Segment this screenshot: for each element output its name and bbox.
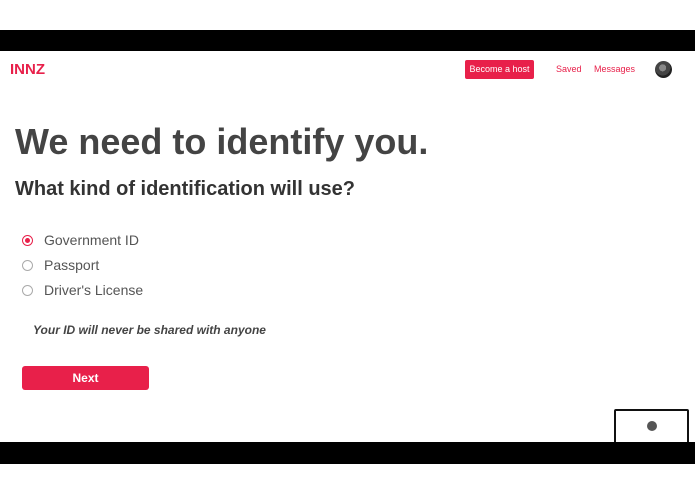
page-subtitle: What kind of identification will use? — [15, 178, 355, 200]
radio-button[interactable] — [22, 260, 33, 271]
letterbox-top — [0, 30, 695, 51]
page-title: We need to identify you. — [15, 121, 429, 162]
nav-saved-link[interactable]: Saved — [556, 64, 582, 74]
thumbnail-avatar — [647, 421, 657, 431]
privacy-notice: Your ID will never be shared with anyone — [33, 323, 266, 337]
user-avatar[interactable] — [655, 61, 672, 78]
option-label: Passport — [44, 257, 100, 273]
option-label: Driver's License — [44, 282, 144, 298]
option-label: Government ID — [44, 232, 139, 248]
radio-button-selected[interactable] — [22, 235, 33, 246]
letterbox-bottom — [0, 442, 695, 464]
radio-button[interactable] — [22, 285, 33, 296]
become-host-button[interactable]: Become a host — [465, 60, 534, 79]
brand-logo[interactable]: INNZ — [10, 61, 45, 78]
next-button[interactable]: Next — [22, 366, 149, 390]
nav-messages-link[interactable]: Messages — [594, 64, 635, 74]
